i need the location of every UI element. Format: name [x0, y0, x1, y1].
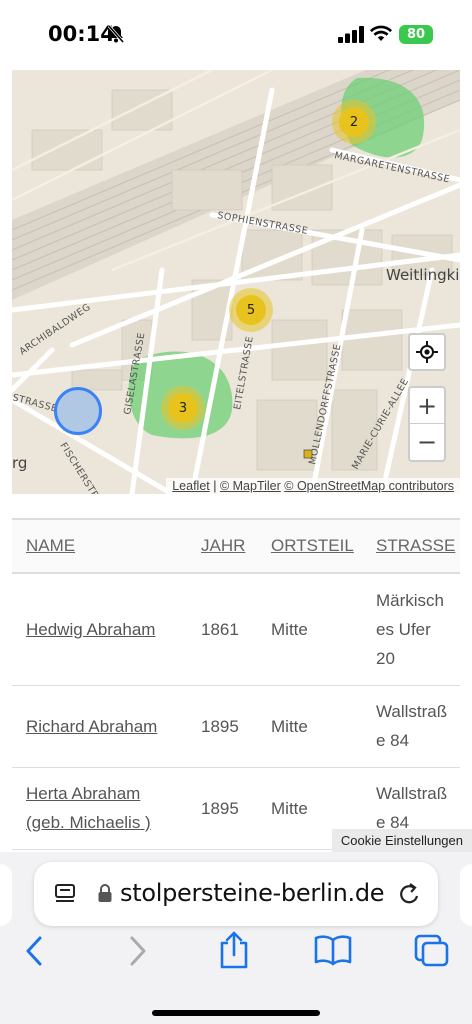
cell-name: Hedwig Abraham [12, 573, 187, 686]
cell-street: Märkisch es Ufer 20 [362, 573, 460, 686]
status-time: 00:14 [48, 22, 115, 46]
forward-icon[interactable] [126, 934, 148, 968]
home-indicator [152, 1010, 320, 1016]
battery-indicator: 80 [399, 25, 433, 44]
address-bar[interactable]: stolpersteine-berlin.de [34, 862, 438, 926]
crosshair-icon [416, 341, 438, 363]
cellular-signal-icon [338, 26, 364, 43]
bookmarks-icon[interactable] [314, 934, 352, 966]
url-text: stolpersteine-berlin.de [120, 879, 385, 907]
osm-link[interactable]: © OpenStreetMap contributors [284, 479, 454, 493]
table-row: Hedwig Abraham 1861 Mitte Märkisch es Uf… [12, 573, 460, 686]
browser-nav-row [0, 931, 472, 978]
cookie-settings-button[interactable]: Cookie Einstellungen [331, 829, 472, 852]
current-location-marker [54, 387, 102, 435]
cluster-marker[interactable]: 5 [229, 288, 273, 332]
cell-street: Wallstraß e 84 [362, 685, 460, 768]
tabs-icon[interactable] [414, 934, 450, 968]
lock-icon [98, 884, 112, 902]
zoom-control: + − [408, 386, 446, 462]
street-line: e 84 [376, 731, 410, 750]
table-header-row: NAME JAHR ORTSTEIL STRASSE [12, 518, 460, 574]
previous-tab-preview[interactable] [0, 864, 12, 926]
page-menu-icon[interactable] [54, 882, 76, 904]
table-row: Richard Abraham 1895 Mitte Wallstraß e 8… [12, 685, 460, 768]
label-rg: rg [12, 454, 27, 472]
person-link[interactable]: Hedwig Abraham [26, 620, 155, 639]
bell-muted-icon [107, 25, 125, 43]
person-link[interactable]: Herta Abraham (geb. Michaelis ) [26, 784, 151, 832]
cell-district: Mitte [257, 685, 362, 768]
map-attribution: Leaflet | © MapTiler © OpenStreetMap con… [166, 478, 460, 494]
person-name: Herta Abraham [26, 784, 141, 803]
header-district[interactable]: ORTSTEIL [257, 518, 362, 574]
street-line: Wallstraß [376, 702, 448, 721]
reload-icon[interactable] [396, 880, 422, 908]
next-tab-preview[interactable] [460, 864, 472, 926]
street-line: 20 [376, 648, 395, 668]
map-view[interactable]: MARGARETENSTRASSE SOPHIENSTRASSE ARCHIBA… [12, 70, 460, 494]
person-maiden-name: (geb. Michaelis ) [26, 813, 151, 832]
person-link[interactable]: Richard Abraham [26, 717, 157, 736]
zoom-in-button[interactable]: + [410, 388, 444, 424]
share-icon[interactable] [218, 930, 250, 970]
cluster-count: 5 [236, 295, 266, 325]
cell-year: 1861 [187, 573, 257, 686]
cluster-marker[interactable]: 2 [332, 100, 376, 144]
cell-name: Herta Abraham (geb. Michaelis ) [12, 767, 187, 850]
maptiler-link[interactable]: © MapTiler [220, 479, 281, 493]
cluster-count: 2 [339, 107, 369, 137]
cell-district: Mitte [257, 573, 362, 686]
street-line: Märkisch [376, 590, 445, 610]
street-line: es Ufer [376, 619, 431, 639]
zoom-out-button[interactable]: − [410, 424, 444, 460]
header-street[interactable]: STRASSE [362, 518, 460, 574]
wifi-icon [370, 25, 392, 41]
leaflet-link[interactable]: Leaflet [172, 479, 210, 493]
header-year[interactable]: JAHR [187, 518, 257, 574]
cluster-marker[interactable]: 3 [161, 386, 205, 430]
cell-name: Richard Abraham [12, 685, 187, 768]
header-name[interactable]: NAME [12, 518, 187, 574]
street-line: Wallstraß [376, 784, 448, 803]
status-bar: 00:14 80 [0, 0, 472, 70]
cell-year: 1895 [187, 767, 257, 850]
stolpersteine-table: NAME JAHR ORTSTEIL STRASSE Hedwig Abraha… [12, 518, 460, 850]
back-icon[interactable] [24, 934, 46, 968]
cell-year: 1895 [187, 685, 257, 768]
cluster-count: 3 [168, 393, 198, 423]
locate-button[interactable] [408, 333, 446, 371]
label-weitlingkiez: Weitlingki [386, 266, 459, 284]
browser-toolbar: stolpersteine-berlin.de [0, 852, 472, 1024]
